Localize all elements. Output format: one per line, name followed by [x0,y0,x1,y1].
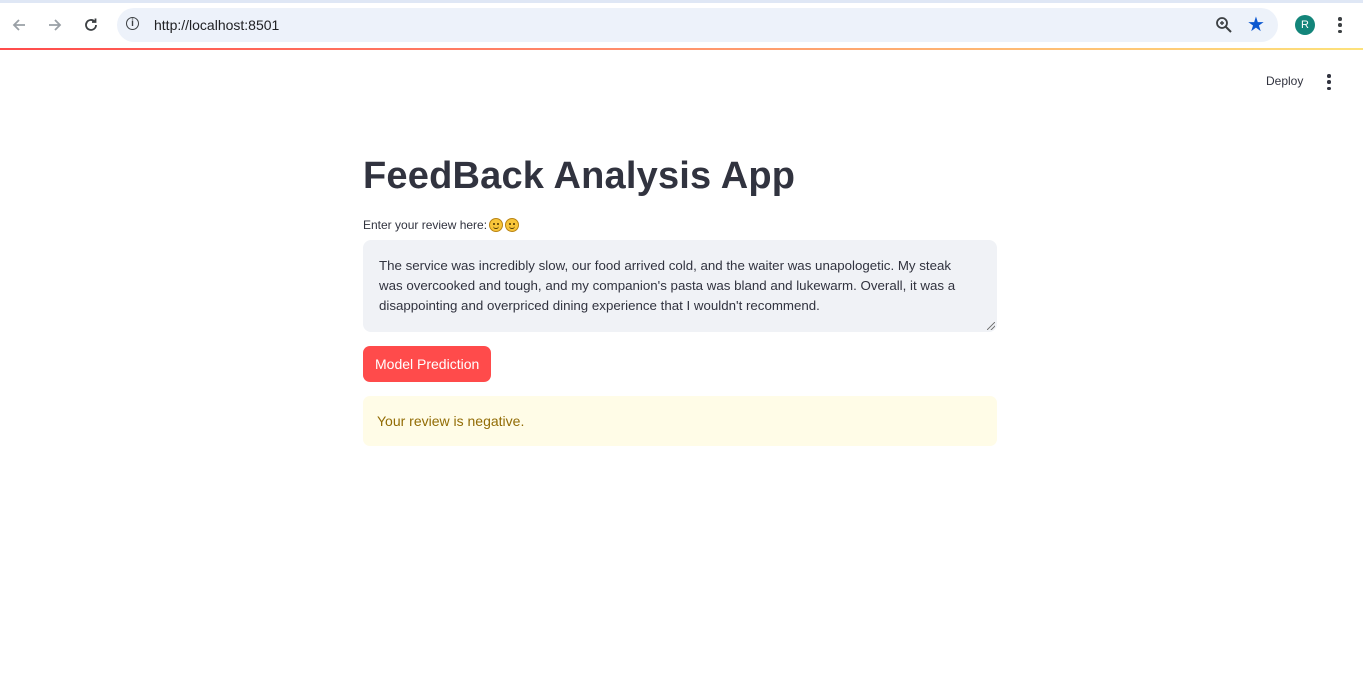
review-input-label: Enter your review here: [363,218,520,232]
tab-strip-edge [0,0,1363,3]
back-arrow-icon[interactable] [6,12,32,38]
page-title: FeedBack Analysis App [363,155,796,197]
smiley-emoji-icon [489,218,504,232]
address-bar[interactable]: i http://localhost:8501 ★ [117,8,1278,42]
url-text[interactable]: http://localhost:8501 [154,17,279,33]
resize-handle-icon[interactable] [987,322,995,330]
model-prediction-button[interactable]: Model Prediction [363,346,492,382]
input-label-text: Enter your review here: [363,218,488,232]
page-loading-bar [0,48,1363,50]
avatar[interactable]: R [1295,15,1315,35]
review-textarea[interactable]: The service was incredibly slow, our foo… [363,240,997,332]
browser-toolbar: i http://localhost:8501 ★ R [0,0,1363,48]
zoom-icon[interactable] [1214,15,1234,35]
result-text: Your review is negative. [377,413,525,429]
smiley-emoji-icon [505,218,520,232]
deploy-button[interactable]: Deploy [1260,72,1309,90]
kebab-menu-icon[interactable] [1338,17,1342,33]
reload-icon[interactable] [78,12,104,38]
forward-arrow-icon[interactable] [42,12,68,38]
star-icon[interactable]: ★ [1245,14,1267,36]
app-menu-icon[interactable] [1327,74,1331,90]
review-text[interactable]: The service was incredibly slow, our foo… [379,258,955,313]
result-alert: Your review is negative. [363,396,997,446]
info-icon[interactable]: i [126,17,139,30]
